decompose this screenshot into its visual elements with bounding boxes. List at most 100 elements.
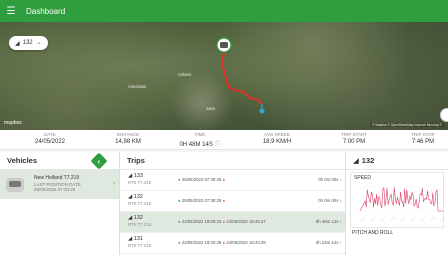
vehicles-panel: Vehicles ‹ New Holland T7.219 LAST POSIT… [0,152,120,255]
trip-start: 24/05/2022 19:00:33 [181,219,222,224]
stat-label: DISTANCE [116,132,140,137]
stat-distance: DISTANCE 14,98 KM [108,132,148,145]
end-pin-icon: ● [222,177,226,182]
signal-icon: ◢ [128,215,133,221]
trip-row-selected[interactable]: ◢ 132 RTK T7.219 ● 24/05/2022 19:00:33 ●… [120,212,345,233]
trip-duration: 0h 0m 00s › [318,198,341,203]
trip-times: ● 25/05/2022 07:30:29 ● [178,177,225,182]
stat-time: TIME 0H 48M 14S ⓘ [176,132,224,148]
trip-row[interactable]: ◢ 133 RTK T7.219 ● 25/05/2022 07:30:29 ●… [120,170,345,191]
stat-avg-speed: AVG SPEED 18,9 KM/H [255,132,299,145]
hamburger-menu-icon[interactable]: ☰ [0,0,22,22]
trip-duration: 0h 48m 14s › [316,219,341,224]
start-pin-icon: ● [178,240,181,245]
trip-row[interactable]: ◢ 131 RTK T7.219 ● 24/05/2022 18:20:29 ●… [120,233,345,254]
speed-axis-tick [410,216,416,222]
chevron-right-icon: › [339,219,341,224]
chevron-icon: ‹ [97,156,101,166]
stat-date: DATE 24/05/2022 [30,132,70,145]
add-vehicle-button[interactable]: ‹ [90,152,108,170]
chevron-right-icon: › [339,240,341,245]
signal-icon: ◢ [128,236,133,242]
info-icon[interactable]: ⓘ [215,142,221,148]
trip-times: ● 24/05/2022 19:00:33 ● 24/05/2022 19:45… [178,219,266,224]
trip-duration: 0h 24m 14s › [316,240,341,245]
top-bar: ☰ Dashboard [0,0,448,22]
vehicle-last-position-date: 25/05/2022 07:33:26 [34,187,76,193]
tractor-icon [6,177,24,192]
end-pin-icon: ● [222,219,226,224]
trip-chip-label: 132 [22,40,33,46]
stat-value: 7:00 PM [342,139,366,145]
chevron-right-icon: › [339,177,341,182]
trip-end: 24/05/2022 18:44:29 [226,240,266,245]
map-place-label: Celano [178,72,192,77]
end-pin-icon: ● [222,240,226,245]
speed-chart[interactable]: SPEED [350,172,445,228]
stat-label: TRIP START [341,132,367,137]
trip-id-value: 132 [133,215,143,221]
page-title: Dashboard [26,6,66,16]
map-logo: mapbox [4,120,22,126]
map-control-button[interactable] [440,108,448,122]
chevron-right-icon: › [113,181,115,187]
vehicle-list-item[interactable]: New Holland T7.219 LAST POSITION DATE 25… [0,170,119,199]
speed-axis-tick [400,216,406,222]
speed-axis-tick [390,216,396,222]
trip-duration-value: 0h 0m 00s [318,198,339,203]
signal-icon: ◢ [15,40,20,47]
detail-header: ◢ 132 [346,152,448,170]
signal-icon: ◢ [128,194,133,200]
trip-duration-value: 0h 48m 14s [315,219,339,224]
trip-vehicle: RTK T7.219 [128,201,152,206]
speed-axis-tick [360,216,366,222]
speed-chart-plot [359,186,445,222]
trip-duration-value: 0h 0m 00s [318,177,339,182]
end-pin-icon: ● [222,198,226,203]
trip-start: 25/05/2022 07:30:29 [181,177,222,182]
trip-id-value: 132 [133,194,143,200]
vehicles-title: Vehicles [7,156,38,165]
speed-axis-tick [430,216,436,222]
trip-id-value: 133 [133,173,143,179]
stat-time-value: 0H 48M 14S [179,142,213,148]
stat-label: AVG SPEED [264,132,290,137]
trip-duration: 0h 0m 00s › [318,177,341,182]
trip-row[interactable]: ◢ 132 RTK T7.219 ● 25/05/2022 07:38:28 ●… [120,191,345,212]
start-pin-icon: ● [178,219,181,224]
stat-value: 0H 48M 14S ⓘ [176,139,224,148]
trip-id: ◢ 132 [128,194,345,200]
start-pin-icon: ● [178,177,181,182]
stat-value: 24/05/2022 [34,139,66,145]
chevron-right-icon: › [339,198,341,203]
signal-icon: ◢ [128,173,133,179]
map-attribution[interactable]: © Mapbox © OpenStreetMap Improve this ma… [370,123,444,127]
stat-value: 7:46 PM [411,139,435,145]
speed-axis-tick [380,216,386,222]
trip-id: ◢ 133 [128,173,345,179]
map-place-label: Sora [206,106,215,111]
trip-start: 25/05/2022 07:38:28 [181,198,222,203]
pitch-roll-title: PITCH AND ROLL [352,230,394,236]
signal-icon: ◢ [353,156,359,165]
stat-label: TIME [194,132,206,137]
trip-start: 24/05/2022 18:20:29 [181,240,222,245]
map-place-label: Avezzano [128,84,147,89]
detail-trip-id: 132 [361,156,375,165]
map-view[interactable]: ◢ 132 → Avezzano Sora Celano mapbox © Ma… [0,22,448,130]
vehicles-header: Vehicles ‹ [0,152,119,170]
route-overlay [216,37,265,114]
speed-axis-tick [370,216,376,222]
trip-stats-bar: DATE 24/05/2022 DISTANCE 14,98 KM TIME 0… [0,130,448,150]
stat-value: 14,98 KM [115,139,141,145]
stat-trip-stop: TRIP STOP 7:46 PM [403,132,443,145]
trip-times: ● 24/05/2022 18:20:29 ● 24/05/2022 18:44… [178,240,266,245]
speed-axis-tick [420,216,426,222]
arrow-right-icon: → [35,40,42,46]
trips-panel: Trips ◢ 133 RTK T7.219 ● 25/05/2022 07:3… [120,152,346,255]
start-pin-icon: ● [178,198,181,203]
trip-id-value: 131 [133,236,143,242]
trips-title: Trips [127,156,145,165]
stat-value: 18,9 KM/H [262,139,292,145]
trip-chip[interactable]: ◢ 132 → [9,36,48,50]
